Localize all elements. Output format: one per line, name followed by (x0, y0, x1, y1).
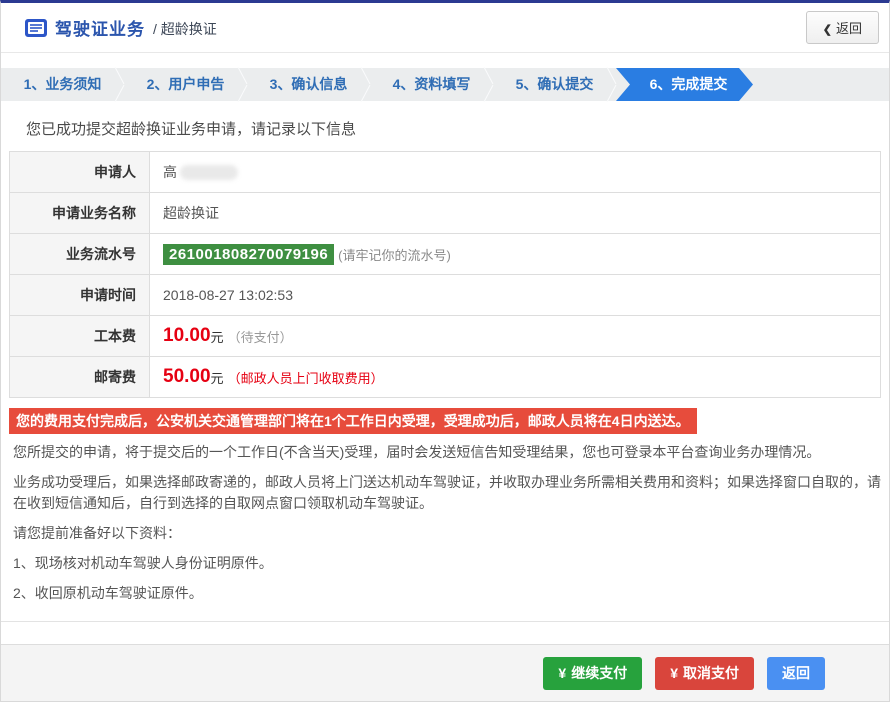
application-info-table: 申请人 高 申请业务名称 超龄换证 业务流水号 2610018082700791… (9, 151, 881, 398)
back-button-bottom-label: 返回 (782, 665, 810, 681)
page-title: 驾驶证业务 (55, 15, 145, 40)
row-value: 10.00 元 （待支付） (150, 316, 880, 356)
step-6-complete-active: 6、完成提交 (616, 68, 753, 101)
table-row-apply-time: 申请时间 2018-08-27 13:02:53 (10, 275, 880, 316)
row-label: 申请时间 (10, 275, 150, 315)
breadcrumb-current: / 超龄换证 (153, 17, 217, 39)
table-row-serial-number: 业务流水号 261001808270079196 (请牢记你的流水号) (10, 234, 880, 275)
redacted-name-blur (180, 165, 238, 180)
row-value: 高 (150, 152, 880, 192)
row-value: 50.00 元 （邮政人员上门收取费用） (150, 357, 880, 397)
work-fee-note: （待支付） (228, 327, 293, 346)
step-1-notice: 1、业务须知 (1, 68, 124, 101)
instructions: 您所提交的申请，将于提交后的一个工作日(不含当天)受理，届时会发送短信告知受理结… (13, 442, 881, 604)
row-label: 申请业务名称 (10, 193, 150, 233)
step-4-fill-data: 4、资料填写 (370, 68, 493, 101)
instruction-line: 1、现场核对机动车驾驶人身份证明原件。 (13, 553, 881, 574)
instruction-line: 业务成功受理后，如果选择邮政寄递的，邮政人员将上门送达机动车驾驶证，并收取办理业… (13, 472, 881, 514)
license-list-icon (25, 19, 47, 37)
back-button-top-label: 返回 (836, 21, 862, 36)
postage-fee-amount: 50.00 (163, 366, 211, 388)
fee-unit: 元 (211, 368, 224, 387)
continue-pay-label: 继续支付 (571, 665, 627, 681)
instruction-line: 请您提前准备好以下资料： (13, 523, 881, 544)
row-label: 申请人 (10, 152, 150, 192)
payment-deadline-banner: 您的费用支付完成后，公安机关交通管理部门将在1个工作日内受理，受理成功后，邮政人… (9, 408, 697, 434)
cancel-pay-button[interactable]: ¥ 取消支付 (655, 657, 754, 690)
instruction-line: 您所提交的申请，将于提交后的一个工作日(不含当天)受理，届时会发送短信告知受理结… (13, 442, 881, 463)
service-name: 超龄换证 (163, 203, 219, 223)
serial-note: (请牢记你的流水号) (338, 245, 451, 264)
wizard-steps: 1、业务须知 2、用户申告 3、确认信息 4、资料填写 5、确认提交 6、完成提… (1, 68, 889, 101)
spacer (1, 622, 889, 644)
fee-unit: 元 (211, 327, 224, 346)
spacer (1, 53, 889, 68)
header-bar: 驾驶证业务 / 超龄换证 ❮ 返回 (1, 3, 889, 53)
page-container: 驾驶证业务 / 超龄换证 ❮ 返回 1、业务须知 2、用户申告 3、确认信息 4、… (0, 0, 890, 702)
instruction-line: 2、收回原机动车驾驶证原件。 (13, 583, 881, 604)
main-content: 您已成功提交超龄换证业务申请，请记录以下信息 申请人 高 申请业务名称 超龄换证… (1, 101, 889, 622)
table-row-work-fee: 工本费 10.00 元 （待支付） (10, 316, 880, 357)
row-value: 261001808270079196 (请牢记你的流水号) (150, 234, 880, 274)
success-message: 您已成功提交超龄换证业务申请，请记录以下信息 (26, 118, 881, 139)
postage-fee-note: （邮政人员上门收取费用） (228, 368, 384, 387)
step-2-declaration: 2、用户申告 (124, 68, 247, 101)
table-row-service-name: 申请业务名称 超龄换证 (10, 193, 880, 234)
row-label: 邮寄费 (10, 357, 150, 397)
back-button-bottom[interactable]: 返回 (767, 657, 825, 690)
row-label: 工本费 (10, 316, 150, 356)
table-row-applicant: 申请人 高 (10, 152, 880, 193)
apply-time: 2018-08-27 13:02:53 (163, 287, 293, 303)
row-value: 超龄换证 (150, 193, 880, 233)
chevron-left-icon: ❮ (823, 24, 832, 36)
yen-icon: ¥ (670, 665, 678, 681)
work-fee-amount: 10.00 (163, 325, 211, 347)
row-label: 业务流水号 (10, 234, 150, 274)
action-bar: ¥ 继续支付 ¥ 取消支付 返回 (1, 644, 889, 701)
serial-number-badge: 261001808270079196 (163, 244, 334, 265)
step-5-confirm-submit: 5、确认提交 (493, 68, 616, 101)
back-button-top[interactable]: ❮ 返回 (806, 11, 879, 44)
applicant-name: 高 (163, 162, 177, 182)
cancel-pay-label: 取消支付 (683, 665, 739, 681)
table-row-postage-fee: 邮寄费 50.00 元 （邮政人员上门收取费用） (10, 357, 880, 398)
continue-pay-button[interactable]: ¥ 继续支付 (543, 657, 642, 690)
yen-icon: ¥ (558, 665, 566, 681)
row-value: 2018-08-27 13:02:53 (150, 275, 880, 315)
step-3-confirm-info: 3、确认信息 (247, 68, 370, 101)
